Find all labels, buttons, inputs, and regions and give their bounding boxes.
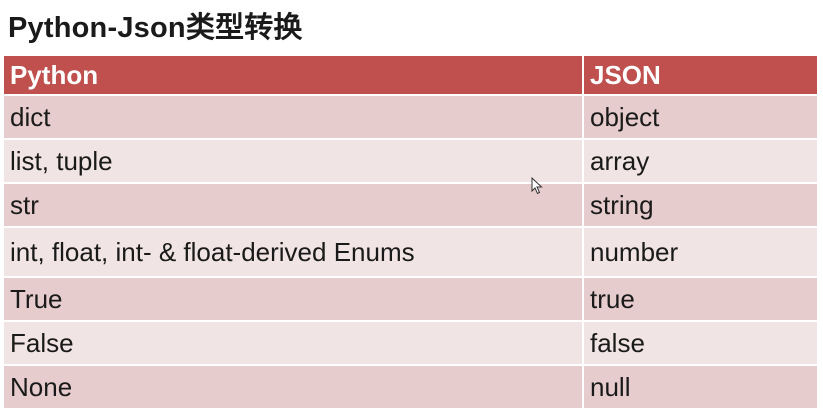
table-row: None null [4,364,817,408]
python-type-cell: str [4,182,584,227]
table-row: True true [4,276,817,321]
python-type-cell: dict [4,94,584,139]
conversion-table: Python JSON dict object list, tuple arra… [4,56,817,408]
python-type-cell: list, tuple [4,138,584,183]
table-row: dict object [4,94,817,139]
python-type-cell: int, float, int- & float-derived Enums [4,226,584,277]
python-type-cell: True [4,276,584,321]
json-type-cell: object [583,94,817,139]
mouse-pointer-icon [531,177,543,195]
table-header-row: Python JSON [4,56,817,95]
json-type-cell: string [583,182,817,227]
python-type-cell: False [4,320,584,365]
json-type-cell: array [583,138,817,183]
column-header-python: Python [4,56,584,95]
json-type-cell: true [583,276,817,321]
table-row: False false [4,320,817,365]
json-type-cell: false [583,320,817,365]
json-type-cell: null [583,364,817,408]
table-row: int, float, int- & float-derived Enums n… [4,226,817,277]
table-row: list, tuple array [4,138,817,183]
page-title: Python-Json类型转换 [8,12,303,44]
column-header-json: JSON [583,56,817,95]
table-row: str string [4,182,817,227]
json-type-cell: number [583,226,817,277]
python-type-cell: None [4,364,584,408]
